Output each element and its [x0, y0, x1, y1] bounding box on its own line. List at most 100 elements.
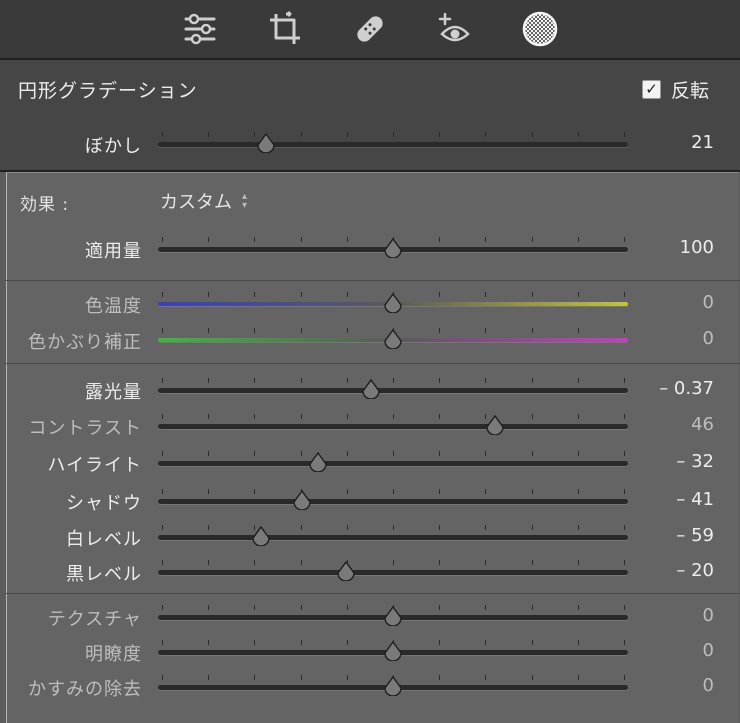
panel-title: 円形グラデーション [18, 80, 198, 102]
slider-thumb[interactable] [383, 641, 403, 661]
slider-tick [531, 489, 533, 494]
slider-tick [393, 560, 394, 565]
whites-value: – 59 [676, 525, 714, 546]
slider-tick [485, 237, 487, 242]
section-divider [6, 280, 740, 281]
section-divider [6, 593, 740, 594]
effect-preset-value: カスタム [160, 192, 232, 213]
clarity-slider[interactable] [158, 640, 628, 662]
temp-value: 0 [702, 292, 714, 313]
slider-tick [439, 675, 441, 680]
slider-tick [346, 451, 348, 456]
slider-tick [346, 605, 348, 610]
slider-tick [162, 378, 163, 383]
slider-track [158, 142, 628, 147]
slider-tick [208, 237, 210, 242]
slider-thumb[interactable] [383, 293, 403, 313]
slider-tick [300, 132, 302, 137]
invert-checkbox[interactable]: ✓ [642, 80, 661, 99]
texture-slider[interactable] [158, 605, 628, 627]
slider-tick [439, 640, 441, 645]
temp-slider[interactable] [158, 292, 628, 314]
slider-tick [254, 237, 256, 242]
slider-tick [254, 414, 256, 419]
slider-tick [485, 675, 487, 680]
slider-tick [208, 292, 210, 297]
slider-tick [162, 560, 163, 565]
slider-track [158, 424, 628, 429]
dehaze-slider[interactable] [158, 675, 628, 697]
slider-tick [208, 640, 210, 645]
amount-slider[interactable] [158, 237, 628, 259]
slider-tick [162, 451, 163, 456]
slider-tick [393, 451, 394, 456]
redeye-tool-button[interactable] [430, 4, 480, 54]
effect-preset-dropdown[interactable]: カスタム ▴ ▾ [160, 188, 247, 214]
slider-tick [485, 640, 487, 645]
crop-tool-button[interactable] [260, 4, 310, 54]
whites-slider[interactable] [158, 525, 628, 547]
slider-thumb[interactable] [383, 329, 403, 349]
slider-tick [439, 451, 441, 456]
invert-label: 反転 [671, 80, 710, 102]
slider-tick [162, 605, 163, 610]
slider-track [158, 461, 628, 466]
slider-thumb[interactable] [383, 238, 403, 258]
contrast-slider[interactable] [158, 414, 628, 436]
slider-ticks [158, 560, 628, 566]
slider-tick [254, 451, 256, 456]
clarity-value: 0 [702, 640, 714, 661]
temp-label: 色温度 [85, 296, 142, 317]
slider-tick [439, 489, 441, 494]
slider-thumb[interactable] [383, 676, 403, 696]
slider-tick [254, 675, 256, 680]
slider-tick [208, 328, 210, 333]
exposure-slider[interactable] [158, 378, 628, 400]
slider-thumb[interactable] [485, 415, 505, 435]
slider-track [158, 388, 628, 393]
slider-tick [485, 132, 487, 137]
blacks-slider[interactable] [158, 560, 628, 582]
invert-option[interactable]: ✓ 反転 [642, 76, 709, 103]
adjust-tool-button[interactable] [175, 4, 225, 54]
slider-thumb[interactable] [383, 606, 403, 626]
slider-tick [254, 640, 256, 645]
slider-thumb[interactable] [308, 452, 328, 472]
slider-thumb[interactable] [336, 561, 356, 581]
heal-tool-button[interactable] [345, 4, 395, 54]
slider-tick [393, 132, 394, 137]
shadows-slider[interactable] [158, 489, 628, 511]
slider-thumb[interactable] [292, 490, 312, 510]
slider-tick [577, 525, 579, 530]
slider-tick [485, 605, 487, 610]
tint-slider[interactable] [158, 328, 628, 350]
slider-tick [254, 328, 256, 333]
slider-tick [162, 640, 163, 645]
slider-tick [208, 378, 210, 383]
feather-slider[interactable] [158, 132, 628, 154]
adjust-sliders-icon [184, 13, 216, 45]
slider-ticks [158, 378, 628, 384]
slider-ticks [158, 489, 628, 495]
highlights-slider[interactable] [158, 451, 628, 473]
slider-ticks [158, 525, 628, 531]
slider-tick [254, 292, 256, 297]
radial-filter-tool-button[interactable] [515, 4, 565, 54]
section-divider [6, 363, 740, 364]
slider-tick [346, 525, 348, 530]
slider-ticks [158, 451, 628, 457]
slider-track [158, 499, 628, 504]
slider-tick [208, 451, 210, 456]
slider-thumb[interactable] [256, 133, 276, 153]
slider-tick [162, 675, 163, 680]
slider-thumb[interactable] [251, 526, 271, 546]
slider-tick [300, 378, 302, 383]
slider-tick [208, 132, 210, 137]
slider-tick [208, 414, 210, 419]
slider-tick [208, 605, 210, 610]
slider-tick [439, 560, 441, 565]
slider-tick [531, 451, 533, 456]
redeye-icon [438, 12, 470, 42]
slider-thumb[interactable] [361, 379, 381, 399]
texture-value: 0 [702, 605, 714, 626]
